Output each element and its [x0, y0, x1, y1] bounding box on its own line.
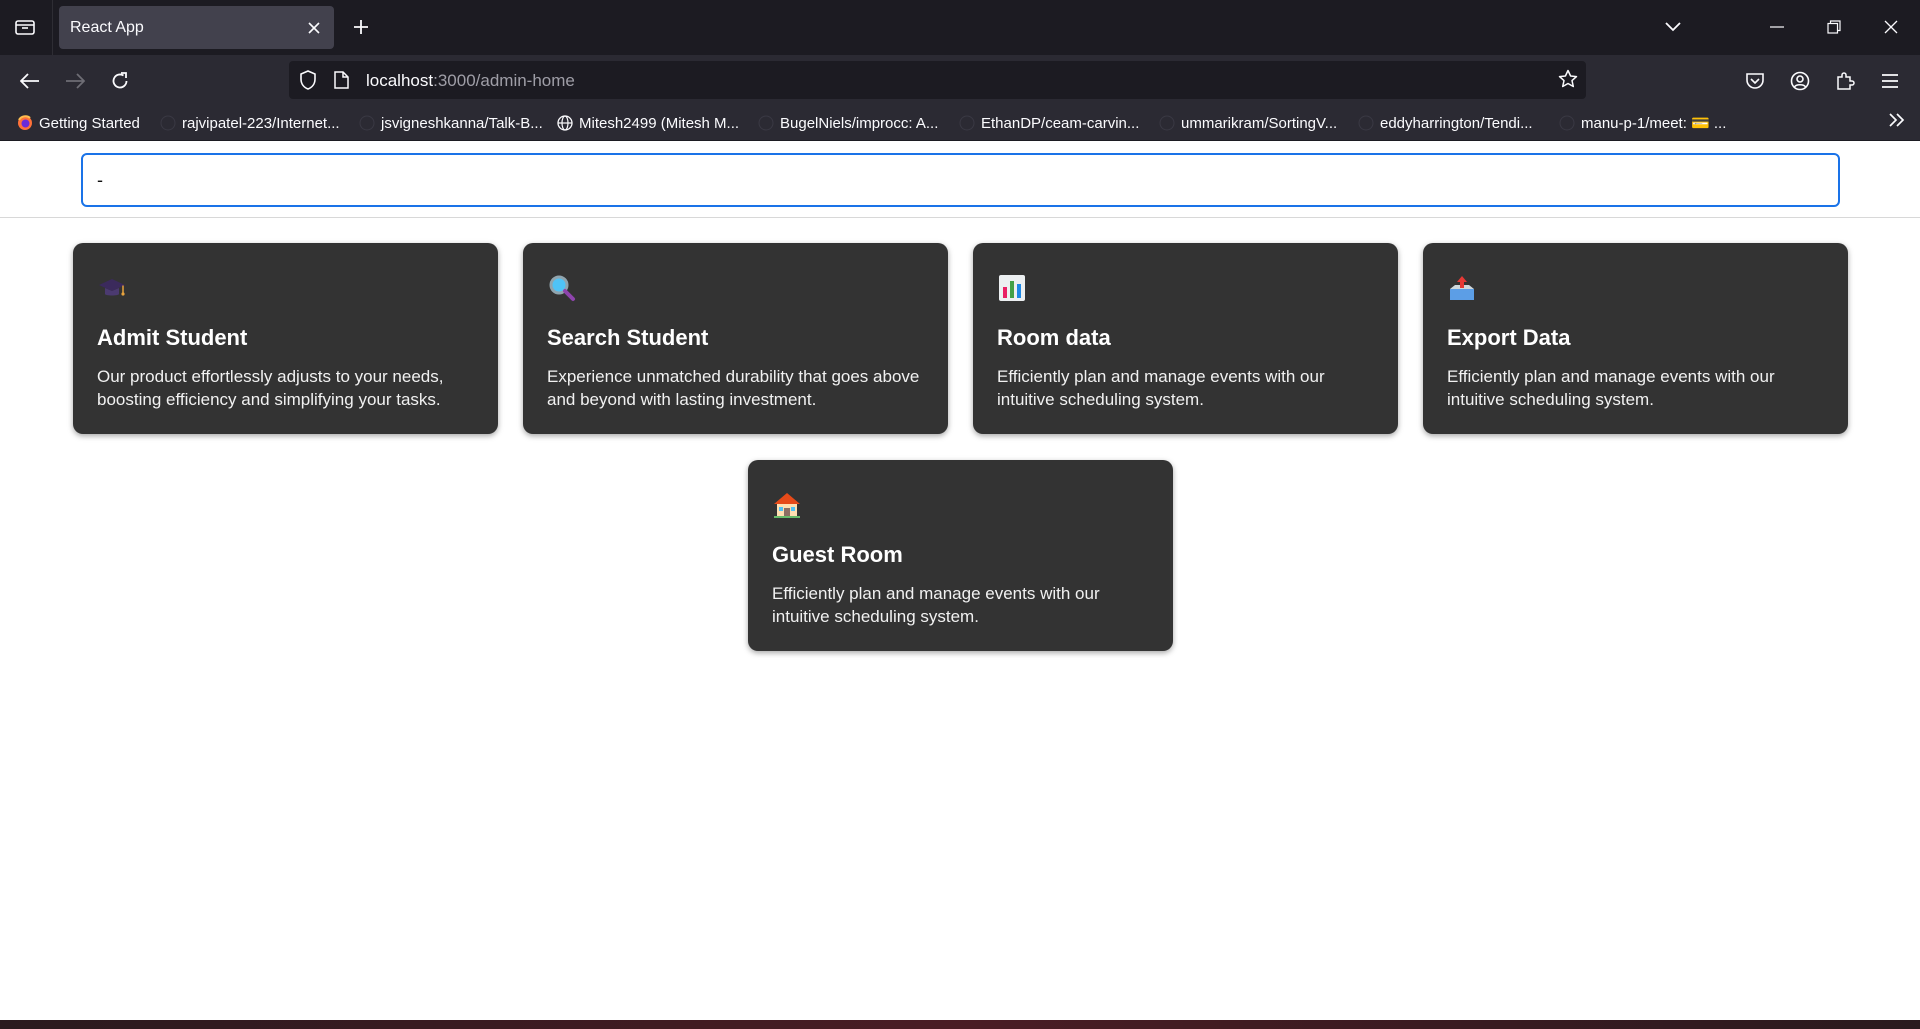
github-icon — [1159, 115, 1175, 131]
github-icon — [160, 115, 176, 131]
shield-icon[interactable] — [299, 70, 317, 95]
bookmark-item[interactable]: ummarikram/SortingV... — [1159, 113, 1337, 133]
card-description: Efficiently plan and manage events with … — [997, 367, 1325, 409]
card-title: Search Student — [547, 325, 709, 350]
forward-arrow-icon — [61, 67, 89, 95]
globe-icon — [557, 115, 573, 131]
guest-room-card[interactable]: Guest Room Efficiently plan and manage e… — [748, 460, 1173, 651]
bookmark-item[interactable]: Mitesh2499 (Mitesh M... — [557, 113, 739, 133]
chevron-down-icon[interactable] — [1660, 14, 1686, 40]
github-icon — [1358, 115, 1374, 131]
restore-icon[interactable] — [1817, 10, 1851, 44]
firefox-view-icon[interactable] — [12, 14, 38, 40]
bookmark-label: manu-p-1/meet: 💳 ... — [1581, 115, 1727, 132]
bookmark-item[interactable]: EthanDP/ceam-carvin... — [959, 113, 1139, 133]
url-host: localhost — [366, 71, 434, 90]
firefox-icon — [17, 115, 33, 131]
github-icon — [959, 115, 975, 131]
os-taskbar-edge — [0, 1020, 1920, 1029]
card-title: Admit Student — [97, 325, 248, 350]
browser-tab-bar: React App — [0, 0, 1920, 55]
bookmark-label: BugelNiels/improcc: A... — [780, 114, 939, 132]
github-icon — [758, 115, 774, 131]
bookmark-label: Mitesh2499 (Mitesh M... — [579, 114, 740, 132]
github-icon — [359, 115, 375, 131]
graduation-cap-icon — [97, 273, 127, 303]
search-student-card[interactable]: Search Student Experience unmatched dura… — [523, 243, 948, 434]
bookmark-star-icon[interactable] — [1558, 69, 1578, 94]
bookmark-item[interactable]: rajvipatel-223/Internet... — [160, 113, 340, 133]
bookmark-label: rajvipatel-223/Internet... — [182, 114, 340, 132]
bar-chart-icon — [997, 273, 1027, 303]
card-description: Our product effortlessly adjusts to your… — [97, 367, 444, 409]
extensions-icon[interactable] — [1831, 67, 1859, 95]
admit-student-card[interactable]: Admit Student Our product effortlessly a… — [73, 243, 498, 434]
bookmarks-toolbar: Getting Started rajvipatel-223/Internet.… — [0, 105, 1920, 141]
card-description: Experience unmatched durability that goe… — [547, 367, 920, 409]
menu-icon[interactable] — [1876, 67, 1904, 95]
url-path: :3000/admin-home — [433, 71, 575, 90]
bookmark-label: Getting Started — [39, 114, 140, 132]
double-chevron-right-icon[interactable] — [1888, 112, 1906, 133]
bookmark-item[interactable]: eddyharrington/Tendi... — [1358, 113, 1533, 133]
url-text[interactable]: localhost:3000/admin-home — [366, 71, 575, 91]
house-icon — [772, 490, 802, 520]
search-input[interactable] — [81, 153, 1840, 207]
browser-nav-bar: localhost:3000/admin-home — [0, 55, 1920, 105]
github-icon — [1559, 115, 1575, 131]
outbox-tray-icon — [1447, 273, 1477, 303]
card-title: Guest Room — [772, 542, 903, 567]
back-arrow-icon[interactable] — [16, 67, 44, 95]
bookmark-label: EthanDP/ceam-carvin... — [981, 114, 1140, 132]
bookmark-item[interactable]: manu-p-1/meet: 💳 ... — [1559, 113, 1726, 133]
bookmark-label: eddyharrington/Tendi... — [1380, 114, 1533, 132]
tab-title: React App — [70, 19, 144, 36]
bookmark-label: ummarikram/SortingV... — [1181, 114, 1338, 132]
bookmark-item[interactable]: BugelNiels/improcc: A... — [758, 113, 938, 133]
search-header — [0, 141, 1920, 218]
pocket-icon[interactable] — [1741, 67, 1769, 95]
card-title: Export Data — [1447, 325, 1571, 350]
reload-icon[interactable] — [106, 67, 134, 95]
bookmark-item[interactable]: jsvigneshkanna/Talk-B... — [359, 113, 543, 133]
window-close-icon[interactable] — [1874, 10, 1908, 44]
close-tab-icon[interactable] — [304, 18, 324, 38]
new-tab-icon[interactable] — [348, 14, 374, 40]
tab-separator — [52, 0, 53, 55]
card-description: Efficiently plan and manage events with … — [1447, 367, 1775, 409]
account-icon[interactable] — [1786, 67, 1814, 95]
address-bar[interactable]: localhost:3000/admin-home — [289, 61, 1586, 99]
export-data-card[interactable]: Export Data Efficiently plan and manage … — [1423, 243, 1848, 434]
browser-tab-active[interactable]: React App — [59, 6, 334, 49]
bookmark-label: jsvigneshkanna/Talk-B... — [381, 114, 543, 132]
card-title: Room data — [997, 325, 1111, 350]
card-description: Efficiently plan and manage events with … — [772, 584, 1100, 626]
page-content: Admit Student Our product effortlessly a… — [0, 141, 1920, 1021]
room-data-card[interactable]: Room data Efficiently plan and manage ev… — [973, 243, 1398, 434]
bookmark-item[interactable]: Getting Started — [17, 113, 140, 133]
magnifier-icon — [547, 273, 577, 303]
page-icon[interactable] — [333, 71, 349, 94]
minimize-icon[interactable] — [1760, 10, 1794, 44]
